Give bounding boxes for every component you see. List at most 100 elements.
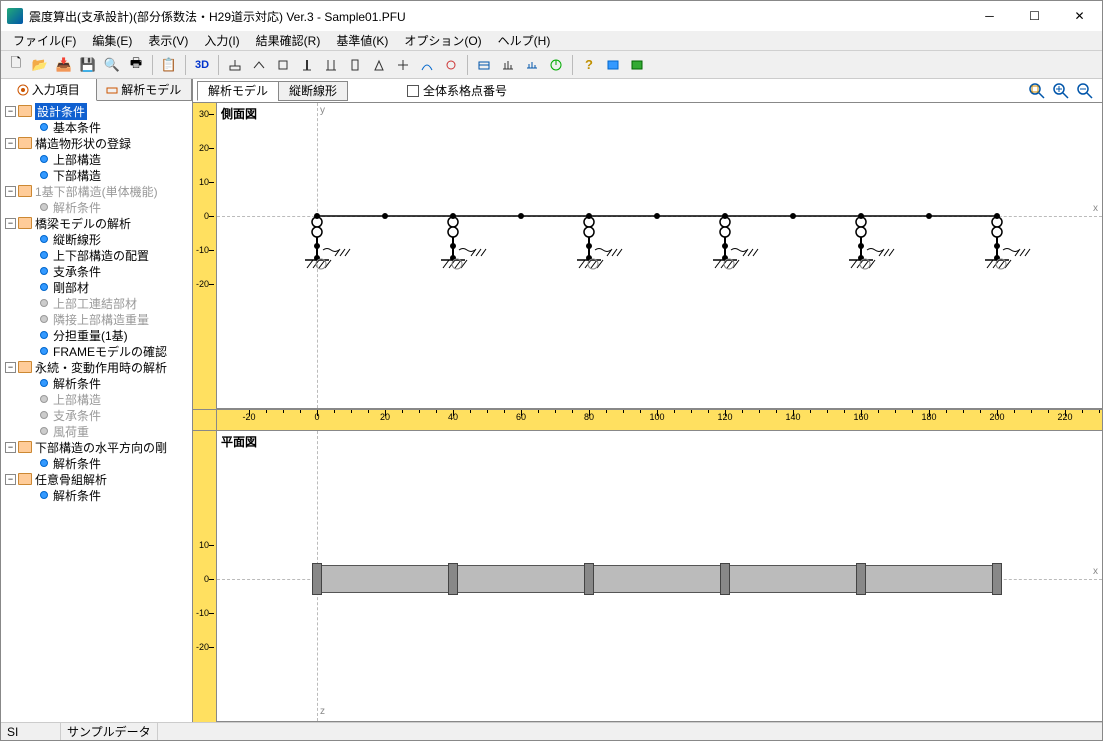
- folder-icon: [18, 441, 32, 453]
- tree-item[interactable]: 縦断線形: [53, 231, 101, 248]
- folder-icon: [18, 185, 32, 197]
- tool-icon-10[interactable]: [440, 54, 462, 76]
- tree-item-horizontal[interactable]: 下部構造の水平方向の剛: [35, 439, 167, 456]
- tree-view[interactable]: − 設計条件 基本条件 − 構造物形状の登録 上部構造 下部構造 − 1基下部構造(単…: [1, 101, 192, 722]
- tool-icon-1[interactable]: [224, 54, 246, 76]
- tree-item[interactable]: 支承条件: [53, 407, 101, 424]
- tool-icon-13[interactable]: [521, 54, 543, 76]
- print-preview-icon[interactable]: 🔍: [101, 54, 123, 76]
- maximize-button[interactable]: ☐: [1012, 1, 1057, 31]
- tree-item[interactable]: 剛部材: [53, 279, 89, 296]
- canvas-tab-profile[interactable]: 縦断線形: [278, 81, 348, 101]
- dot-icon: [40, 459, 48, 467]
- tool-icon-11[interactable]: [473, 54, 495, 76]
- dot-icon: [40, 299, 48, 307]
- canvas-tab-model[interactable]: 解析モデル: [197, 81, 279, 101]
- tree-item[interactable]: 支承条件: [53, 263, 101, 280]
- dot-icon: [40, 203, 48, 211]
- new-icon[interactable]: 🗋: [5, 54, 27, 76]
- zoom-in-icon[interactable]: [1052, 82, 1070, 100]
- tool-icon-4[interactable]: [296, 54, 318, 76]
- tool-icon-3[interactable]: [272, 54, 294, 76]
- tool-icon-6[interactable]: [344, 54, 366, 76]
- tree-item-structure-reg[interactable]: 構造物形状の登録: [35, 135, 131, 152]
- tab-analysis-model[interactable]: 解析モデル: [97, 79, 193, 100]
- save-icon[interactable]: 📥: [53, 54, 75, 76]
- tree-item[interactable]: FRAMEモデルの確認: [53, 343, 167, 360]
- tree-item[interactable]: 解析条件: [53, 455, 101, 472]
- tree-item[interactable]: 解析条件: [53, 487, 101, 504]
- tree-item[interactable]: 基本条件: [53, 119, 101, 136]
- tool-icon-16[interactable]: [626, 54, 648, 76]
- tree-item-design-cond[interactable]: 設計条件: [35, 103, 87, 120]
- expander-icon[interactable]: −: [5, 218, 16, 229]
- expander-icon[interactable]: −: [5, 362, 16, 373]
- folder-icon: [18, 105, 32, 117]
- dot-icon: [40, 267, 48, 275]
- window-title: 震度算出(支承設計)(部分係数法・H29道示対応) Ver.3 - Sample…: [29, 8, 967, 25]
- tree-item[interactable]: 解析条件: [53, 375, 101, 392]
- tree-item[interactable]: 上部工連結部材: [53, 295, 137, 312]
- menu-help[interactable]: ヘルプ(H): [490, 30, 559, 51]
- print-icon[interactable]: 🖶: [125, 54, 147, 76]
- tree-item[interactable]: 隣接上部構造重量: [53, 311, 149, 328]
- menu-input[interactable]: 入力(I): [196, 30, 247, 51]
- zoom-out-icon[interactable]: [1076, 82, 1094, 100]
- tool-icon-14[interactable]: [545, 54, 567, 76]
- tree-item-bridge-model[interactable]: 橋梁モデルの解析: [35, 215, 131, 232]
- tree-item[interactable]: 分担重量(1基): [53, 327, 128, 344]
- folder-icon: [18, 361, 32, 373]
- tree-item[interactable]: 上部構造: [53, 151, 101, 168]
- tool-icon-9[interactable]: [416, 54, 438, 76]
- help-icon[interactable]: ?: [578, 54, 600, 76]
- folder-icon: [18, 473, 32, 485]
- tool-icon-7[interactable]: [368, 54, 390, 76]
- menu-edit[interactable]: 編集(E): [84, 30, 140, 51]
- menu-result[interactable]: 結果確認(R): [248, 30, 329, 51]
- menu-option[interactable]: オプション(O): [396, 30, 489, 51]
- checkbox-icon[interactable]: [407, 85, 419, 97]
- tree-item[interactable]: 風荷重: [53, 423, 89, 440]
- folder-icon: [18, 217, 32, 229]
- dot-icon: [40, 315, 48, 323]
- close-button[interactable]: ✕: [1057, 1, 1102, 31]
- tree-item[interactable]: 上部構造: [53, 391, 101, 408]
- open-icon[interactable]: 📂: [29, 54, 51, 76]
- 3d-button[interactable]: 3D: [191, 54, 213, 76]
- canvas-plan-view[interactable]: 平面図 x z: [217, 431, 1102, 722]
- vertical-ruler: 3020100-10-20: [193, 103, 217, 409]
- tree-item-arbitrary[interactable]: 任意骨組解析: [35, 471, 107, 488]
- expander-icon[interactable]: −: [5, 106, 16, 117]
- zoom-fit-icon[interactable]: [1028, 82, 1046, 100]
- tab-label: 入力項目: [32, 81, 80, 98]
- tree-item[interactable]: 解析条件: [53, 199, 101, 216]
- tool-icon-12[interactable]: [497, 54, 519, 76]
- tree-item[interactable]: 上下部構造の配置: [53, 247, 149, 264]
- dot-icon: [40, 491, 48, 499]
- dot-icon: [40, 379, 48, 387]
- tool-icon-2[interactable]: [248, 54, 270, 76]
- tab-input-items[interactable]: 入力項目: [1, 79, 97, 101]
- tree-item[interactable]: 下部構造: [53, 167, 101, 184]
- menu-view[interactable]: 表示(V): [140, 30, 196, 51]
- tool-icon-5[interactable]: [320, 54, 342, 76]
- menu-file[interactable]: ファイル(F): [5, 30, 84, 51]
- tool-icon-8[interactable]: [392, 54, 414, 76]
- status-bar: SI サンプルデータ: [1, 722, 1102, 740]
- minimize-button[interactable]: ─: [967, 1, 1012, 31]
- expander-icon[interactable]: −: [5, 138, 16, 149]
- tool-icon-15[interactable]: [602, 54, 624, 76]
- dot-icon: [40, 251, 48, 259]
- expander-icon[interactable]: −: [5, 442, 16, 453]
- expander-icon[interactable]: −: [5, 474, 16, 485]
- checkbox-node-numbers[interactable]: 全体系格点番号: [407, 82, 507, 99]
- canvas-side-view[interactable]: 側面図 y x: [217, 103, 1102, 409]
- menu-bar: ファイル(F) 編集(E) 表示(V) 入力(I) 結果確認(R) 基準値(K)…: [1, 31, 1102, 51]
- paste-icon[interactable]: 📋: [158, 54, 180, 76]
- save-as-icon[interactable]: 💾: [77, 54, 99, 76]
- dot-icon: [40, 283, 48, 291]
- tree-item-persistent[interactable]: 永続・変動作用時の解析: [35, 359, 167, 376]
- menu-standard[interactable]: 基準値(K): [328, 30, 396, 51]
- tree-item-single[interactable]: 1基下部構造(単体機能): [35, 183, 158, 200]
- expander-icon[interactable]: −: [5, 186, 16, 197]
